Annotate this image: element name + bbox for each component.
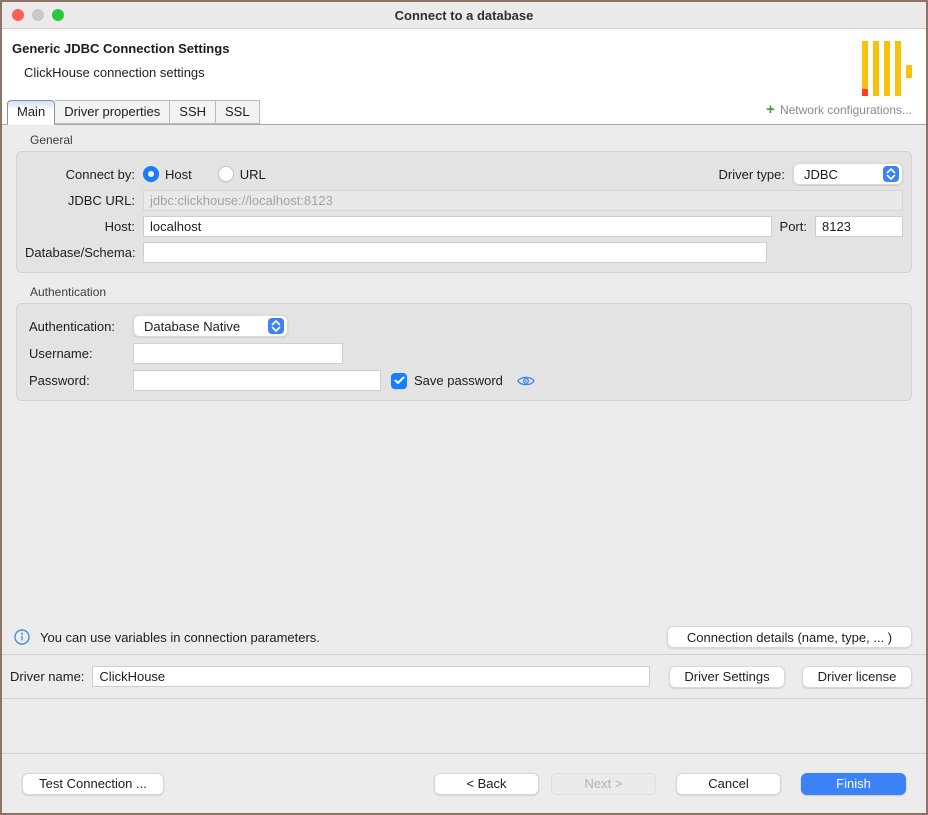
driver-type-label: Driver type:: [719, 167, 785, 182]
connect-by-label: Connect by:: [25, 167, 135, 182]
clickhouse-logo-icon: [862, 41, 912, 97]
port-label: Port:: [780, 219, 807, 234]
save-password-checkbox[interactable]: [391, 373, 407, 389]
main-content: General Connect by: Host URL Driver type…: [2, 125, 926, 753]
authentication-panel: Authentication: Database Native Username…: [16, 303, 912, 401]
network-configurations-link[interactable]: + Network configurations...: [766, 103, 912, 124]
connection-details-button[interactable]: Connection details (name, type, ... ): [667, 626, 912, 648]
authentication-select[interactable]: Database Native: [133, 315, 288, 337]
variables-hint-text: You can use variables in connection para…: [40, 630, 320, 645]
driver-settings-button[interactable]: Driver Settings: [669, 666, 785, 688]
next-button: Next >: [551, 773, 656, 795]
general-section-label: General: [30, 133, 926, 147]
username-label: Username:: [29, 346, 125, 361]
driver-name-label: Driver name:: [10, 669, 84, 684]
save-password-label: Save password: [414, 373, 503, 388]
finish-button[interactable]: Finish: [801, 773, 906, 795]
bottom-button-bar: Test Connection ... < Back Next > Cancel…: [2, 753, 926, 813]
page-subtitle: ClickHouse connection settings: [24, 65, 862, 80]
back-button[interactable]: < Back: [434, 773, 539, 795]
driver-row: Driver name: Driver Settings Driver lice…: [2, 655, 926, 698]
driver-type-select[interactable]: JDBC: [793, 163, 903, 185]
authentication-value: Database Native: [144, 319, 260, 334]
authentication-section-label: Authentication: [30, 285, 926, 299]
page-title: Generic JDBC Connection Settings: [12, 41, 862, 56]
driver-name-field[interactable]: [92, 666, 650, 687]
host-label: Host:: [25, 219, 135, 234]
tab-main[interactable]: Main: [7, 100, 55, 125]
tab-ssl[interactable]: SSL: [216, 100, 260, 124]
host-radio-label: Host: [165, 167, 192, 182]
window-title: Connect to a database: [2, 8, 926, 23]
dialog-header: Generic JDBC Connection Settings ClickHo…: [2, 29, 926, 95]
info-icon: [14, 629, 30, 645]
radio-url-group[interactable]: URL: [218, 166, 266, 182]
authentication-label: Authentication:: [29, 319, 125, 334]
tab-driver-properties[interactable]: Driver properties: [55, 100, 170, 124]
url-radio[interactable]: [218, 166, 234, 182]
connect-dialog-window: Connect to a database Generic JDBC Conne…: [0, 0, 928, 815]
jdbc-url-label: JDBC URL:: [25, 193, 135, 208]
jdbc-url-field: [143, 190, 903, 211]
network-configurations-label: Network configurations...: [780, 103, 912, 117]
port-field[interactable]: [815, 216, 903, 237]
save-password-group[interactable]: Save password: [391, 373, 503, 389]
password-field[interactable]: [133, 370, 381, 391]
tab-ssh[interactable]: SSH: [170, 100, 216, 124]
driver-type-value: JDBC: [804, 167, 875, 182]
driver-license-button[interactable]: Driver license: [802, 666, 912, 688]
general-panel: Connect by: Host URL Driver type: JDBC: [16, 151, 912, 273]
database-schema-field[interactable]: [143, 242, 767, 263]
password-label: Password:: [29, 373, 125, 388]
show-password-eye-icon[interactable]: [517, 375, 535, 387]
url-radio-label: URL: [240, 167, 266, 182]
plus-icon: +: [766, 105, 775, 115]
host-radio[interactable]: [143, 166, 159, 182]
chevron-up-down-icon: [883, 166, 899, 182]
tab-bar: Main Driver properties SSH SSL + Network…: [2, 95, 926, 125]
info-row: You can use variables in connection para…: [2, 620, 926, 654]
host-field[interactable]: [143, 216, 772, 237]
title-bar: Connect to a database: [2, 2, 926, 29]
radio-host-group[interactable]: Host: [143, 166, 192, 182]
cancel-button[interactable]: Cancel: [676, 773, 781, 795]
database-schema-label: Database/Schema:: [25, 245, 135, 260]
username-field[interactable]: [133, 343, 343, 364]
chevron-up-down-icon: [268, 318, 284, 334]
test-connection-button[interactable]: Test Connection ...: [22, 773, 164, 795]
